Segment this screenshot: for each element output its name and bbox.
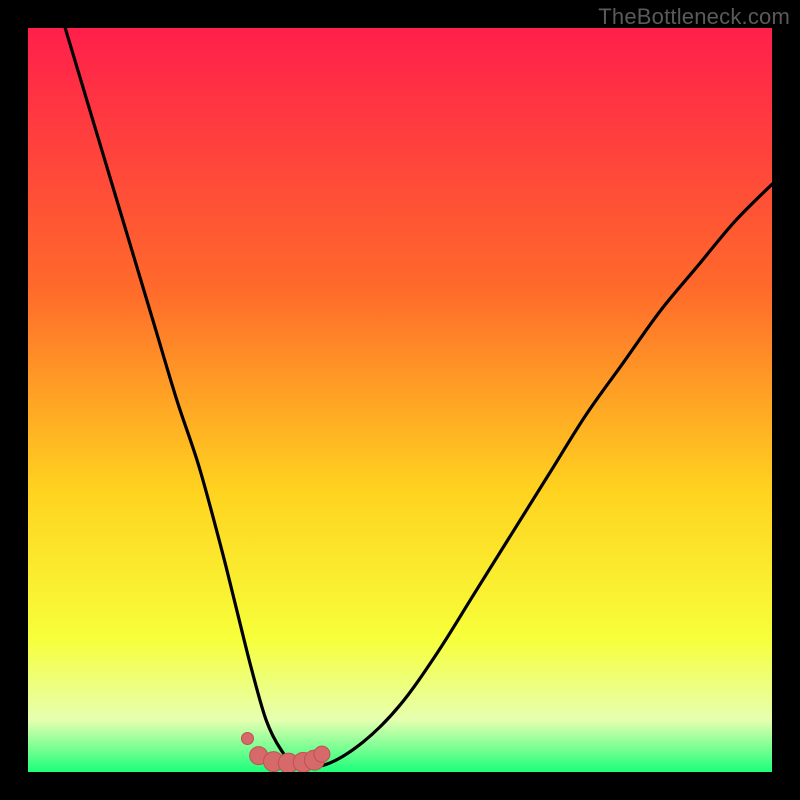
chart-frame [28, 28, 772, 772]
gradient-background [28, 28, 772, 772]
attribution-text: TheBottleneck.com [598, 4, 790, 30]
marker-dot [241, 733, 253, 745]
marker-dot [314, 746, 330, 762]
bottleneck-chart [28, 28, 772, 772]
